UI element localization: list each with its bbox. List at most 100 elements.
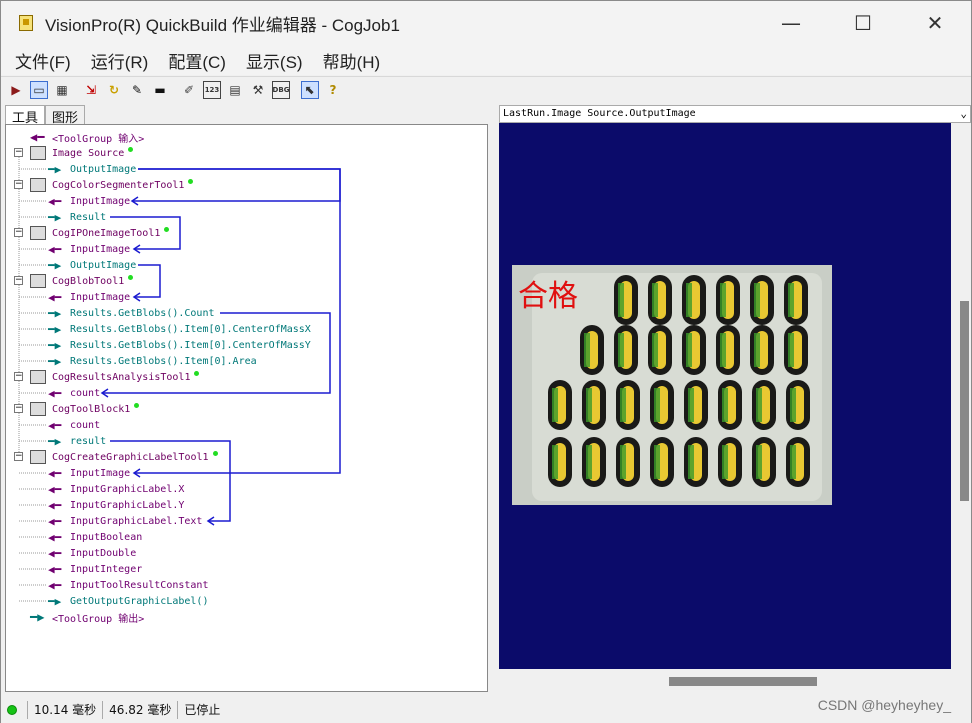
output-terminal[interactable]: ━▶ OutputImage: [48, 257, 136, 273]
image-selector[interactable]: LastRun.Image Source.OutputImage ⌄: [499, 105, 971, 123]
notes-icon[interactable]: ✐: [180, 81, 198, 99]
toolbar: ▶ ▭ ▦ ⇲ ↻ ✎ ▬ ✐ 123 ▤ ⚒ DBG ⬉?: [1, 76, 971, 102]
tree-node-label: InputDouble: [70, 547, 137, 559]
help-icon[interactable]: ?: [324, 81, 342, 99]
collapse-toggle-icon[interactable]: −: [14, 372, 23, 381]
numbers-icon[interactable]: 123: [203, 80, 221, 99]
table-icon[interactable]: ▤: [226, 81, 244, 99]
tree-node-label: CogCreateGraphicLabelTool1: [52, 451, 209, 463]
tree-node-label: CogColorSegmenterTool1: [52, 179, 185, 191]
tree-node-label: Image Source: [52, 147, 125, 159]
collapse-toggle-icon[interactable]: −: [14, 148, 23, 157]
minimize-button[interactable]: —: [755, 1, 827, 45]
tree-node-label: <ToolGroup 输出>: [52, 613, 145, 625]
chevron-down-icon[interactable]: ⌄: [960, 106, 967, 122]
output-arrow-icon: ━▶: [48, 306, 62, 320]
input-terminal[interactable]: ◀━ InputBoolean: [48, 529, 143, 545]
tree-tool-node[interactable]: CogCreateGraphicLabelTool1: [30, 449, 218, 465]
horizontal-scroll-thumb[interactable]: [669, 677, 817, 686]
tree-node-label: CogBlobTool1: [52, 275, 125, 287]
input-terminal[interactable]: ◀━ count: [48, 385, 101, 401]
input-terminal[interactable]: ◀━ InputGraphicLabel.Text: [48, 513, 202, 529]
tree-node-label: InputImage: [70, 291, 131, 303]
tool-tree[interactable]: ◀━ <ToolGroup 输入> − Image Source ━▶ OutputIma…: [5, 124, 488, 692]
collapse-toggle-icon[interactable]: −: [14, 180, 23, 189]
input-terminal[interactable]: ◀━ InputDouble: [48, 545, 137, 561]
menu-help[interactable]: 帮助(H): [313, 48, 391, 73]
tree-node-label: InputBoolean: [70, 531, 143, 543]
tree-tool-node[interactable]: CogResultsAnalysisTool1: [30, 369, 200, 385]
refresh-icon[interactable]: ↻: [105, 81, 123, 99]
output-terminal[interactable]: ━▶ Results.GetBlobs().Count: [48, 305, 215, 321]
group-arrow-icon: ◀━: [30, 130, 45, 144]
vertical-scrollbar[interactable]: [958, 123, 971, 669]
input-terminal[interactable]: ◀━ InputInteger: [48, 561, 143, 577]
output-terminal[interactable]: ━▶ Results.GetBlobs().Item[0].Area: [48, 353, 257, 369]
image-display[interactable]: 合格: [499, 123, 951, 669]
status-dot-icon: [194, 370, 200, 376]
show-tools-icon[interactable]: ▭: [30, 80, 48, 99]
maximize-button[interactable]: ☐: [827, 1, 899, 45]
input-terminal[interactable]: ◀━ InputToolResultConstant: [48, 577, 208, 593]
close-button[interactable]: ✕: [899, 1, 971, 45]
input-terminal[interactable]: ◀━ count: [48, 417, 100, 433]
tab-tools[interactable]: 工具: [5, 105, 46, 126]
status-dot-icon: [134, 402, 140, 408]
input-arrow-icon: ◀━: [48, 482, 62, 496]
tree-tool-node[interactable]: CogIPOneImageTool1: [30, 225, 170, 241]
plug-icon[interactable]: ▬: [151, 81, 169, 99]
graphic-label-icon: [30, 450, 46, 464]
tree-node-label: count: [70, 387, 101, 399]
window-title: VisionPro(R) QuickBuild 作业编辑器 - CogJob1: [45, 15, 400, 35]
output-terminal[interactable]: ━▶ Result: [48, 209, 106, 225]
pointer-icon[interactable]: ⬉: [301, 80, 319, 99]
tools-icon[interactable]: ⚒: [249, 81, 267, 99]
tree-node-label: InputInteger: [70, 563, 143, 575]
output-terminal[interactable]: ━▶ GetOutputGraphicLabel(): [48, 593, 208, 609]
debug-icon[interactable]: DBG: [272, 80, 290, 99]
camera-icon: [30, 146, 46, 160]
collapse-toggle-icon[interactable]: −: [14, 404, 23, 413]
menu-view[interactable]: 显示(S): [236, 48, 313, 73]
collapse-toggle-icon[interactable]: −: [14, 452, 23, 461]
tree-tool-node[interactable]: Image Source: [30, 145, 134, 161]
toolgroup-input-node[interactable]: ◀━ <ToolGroup 输入>: [30, 129, 145, 145]
horizontal-scrollbar[interactable]: [499, 673, 951, 687]
menu-config[interactable]: 配置(C): [158, 48, 236, 73]
vertical-scroll-thumb[interactable]: [960, 301, 969, 501]
menu-run[interactable]: 运行(R): [81, 48, 159, 73]
input-terminal[interactable]: ◀━ InputGraphicLabel.Y: [48, 497, 184, 513]
output-terminal[interactable]: ━▶ Results.GetBlobs().Item[0].CenterOfMas…: [48, 321, 311, 337]
add-link-icon[interactable]: ⇲: [82, 81, 100, 99]
output-arrow-icon: ━▶: [48, 594, 62, 608]
input-terminal[interactable]: ◀━ InputImage: [48, 193, 130, 209]
menu-file[interactable]: 文件(F): [5, 48, 81, 73]
toolgroup-output-node[interactable]: ━▶ <ToolGroup 输出>: [30, 609, 145, 625]
blob-icon: [30, 274, 46, 288]
toolblock-icon: [30, 402, 46, 416]
tree-tool-node[interactable]: CogBlobTool1: [30, 273, 134, 289]
status-dot-icon: [188, 178, 194, 184]
brush-icon[interactable]: ✎: [128, 81, 146, 99]
collapse-toggle-icon[interactable]: −: [14, 276, 23, 285]
output-arrow-icon: ━▶: [48, 322, 62, 336]
input-terminal[interactable]: ◀━ InputGraphicLabel.X: [48, 481, 184, 497]
output-terminal[interactable]: ━▶ Results.GetBlobs().Item[0].CenterOfMas…: [48, 337, 311, 353]
tree-tool-node[interactable]: CogColorSegmenterTool1: [30, 177, 194, 193]
output-terminal[interactable]: ━▶ result: [48, 433, 106, 449]
tree-tool-node[interactable]: CogToolBlock1: [30, 401, 140, 417]
results-analysis-icon: [30, 370, 46, 384]
show-image-icon[interactable]: ▦: [53, 81, 71, 99]
input-terminal[interactable]: ◀━ InputImage: [48, 289, 131, 305]
input-arrow-icon: ◀━: [48, 418, 62, 432]
collapse-toggle-icon[interactable]: −: [14, 228, 23, 237]
input-arrow-icon: ◀━: [48, 530, 62, 544]
output-terminal[interactable]: ━▶ OutputImage: [48, 161, 137, 177]
tab-graphics[interactable]: 图形: [45, 105, 86, 126]
tree-node-label: OutputImage: [70, 163, 137, 175]
input-terminal[interactable]: ◀━ InputImage: [48, 241, 130, 257]
tree-node-label: Results.GetBlobs().Item[0].CenterOfMassX: [70, 323, 311, 335]
input-terminal[interactable]: ◀━ InputImage: [48, 465, 130, 481]
run-icon[interactable]: ▶: [7, 81, 25, 99]
tree-node-label: <ToolGroup 输入>: [52, 133, 145, 145]
